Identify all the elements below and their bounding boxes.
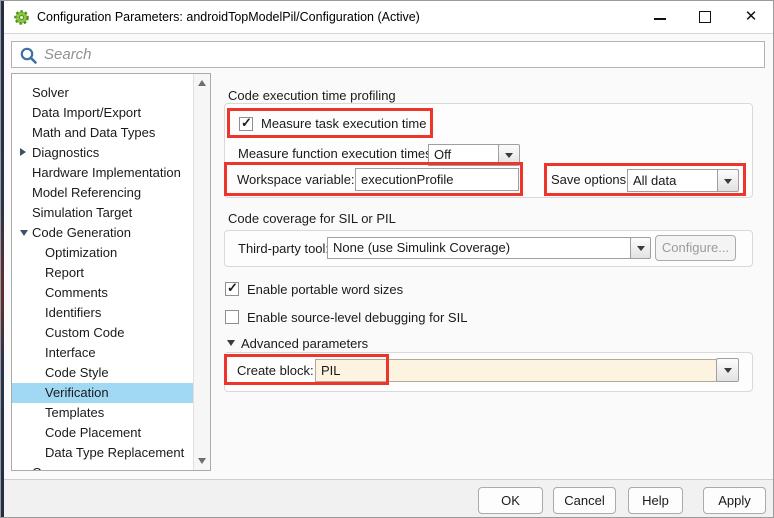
sidebar-item-label: Math and Data Types (32, 125, 155, 140)
sidebar-item-data-type-replacement[interactable]: Data Type Replacement (12, 443, 194, 463)
workspace-variable-label: Workspace variable: (237, 172, 355, 187)
sidebar-item-model-referencing[interactable]: Model Referencing (12, 183, 194, 203)
chevron-down-icon (505, 153, 513, 158)
maximize-icon (699, 11, 711, 23)
tree-scrollbar[interactable] (193, 74, 210, 470)
check-icon: ✓ (227, 280, 238, 296)
portable-word-sizes-checkbox[interactable]: ✓ (225, 282, 239, 296)
third-party-tool-select[interactable]: None (use Simulink Coverage) (327, 237, 631, 259)
sidebar-item-label: Diagnostics (32, 145, 99, 160)
create-block-dropdown-button[interactable] (716, 358, 739, 382)
close-button[interactable]: ✕ (738, 1, 764, 33)
tree-expanded-icon[interactable] (20, 230, 28, 236)
sidebar-item-label: Solver (32, 85, 69, 100)
sidebar-item-label: Templates (45, 405, 104, 420)
measure-function-select[interactable]: Off (428, 144, 499, 166)
sidebar-item-report[interactable]: Report (12, 263, 194, 283)
third-party-tool-label: Third-party tool: (238, 241, 329, 256)
scroll-up-icon[interactable] (198, 80, 206, 86)
apply-button[interactable]: Apply (703, 487, 766, 514)
sidebar-item-code-placement[interactable]: Code Placement (12, 423, 194, 443)
check-icon: ✓ (241, 115, 252, 131)
help-button[interactable]: Help (628, 487, 683, 514)
sidebar-item-label: Code Style (45, 365, 109, 380)
sidebar-item-custom-code[interactable]: Custom Code (12, 323, 194, 343)
sidebar-item-math-and-data-types[interactable]: Math and Data Types (12, 123, 194, 143)
measure-function-label: Measure function execution times: (238, 146, 435, 161)
portable-word-sizes-label: Enable portable word sizes (247, 282, 403, 297)
minimize-icon (654, 18, 666, 20)
section-title-coverage: Code coverage for SIL or PIL (228, 211, 396, 226)
sidebar-item-label: Model Referencing (32, 185, 141, 200)
configuration-parameters-dialog: Configuration Parameters: androidTopMode… (0, 0, 774, 518)
sidebar-item-label: Optimization (45, 245, 117, 260)
measure-task-checkbox[interactable]: ✓ (239, 117, 253, 131)
sidebar-item-label: Hardware Implementation (32, 165, 181, 180)
sidebar-item-label: Coverage (32, 465, 88, 471)
sidebar-item-label: Data Type Replacement (45, 445, 184, 460)
sidebar-item-verification[interactable]: Verification (12, 383, 194, 403)
category-tree: Solver Data Import/Export Math and Data Ty… (11, 73, 211, 471)
sidebar-item-coverage[interactable]: Coverage (12, 463, 194, 471)
sidebar-item-comments[interactable]: Comments (12, 283, 194, 303)
sidebar-item-label: Code Generation (32, 225, 131, 240)
save-options-label: Save options: (551, 172, 630, 187)
ok-button[interactable]: OK (478, 487, 543, 514)
source-level-debugging-label: Enable source-level debugging for SIL (247, 310, 467, 325)
sidebar-item-simulation-target[interactable]: Simulation Target (12, 203, 194, 223)
sidebar-item-identifiers[interactable]: Identifiers (12, 303, 194, 323)
button-bar: OK Cancel Help Apply (1, 479, 774, 518)
sidebar-item-label: Simulation Target (32, 205, 132, 220)
minimize-button[interactable] (647, 1, 673, 33)
cancel-button[interactable]: Cancel (553, 487, 616, 514)
third-party-tool-dropdown-button[interactable] (630, 237, 651, 259)
sidebar-item-label: Interface (45, 345, 96, 360)
maximize-button[interactable] (692, 1, 718, 33)
chevron-down-icon (724, 179, 732, 184)
sidebar-item-data-import-export[interactable]: Data Import/Export (12, 103, 194, 123)
sidebar-item-optimization[interactable]: Optimization (12, 243, 194, 263)
create-block-label: Create block: (237, 363, 314, 378)
search-icon (19, 46, 38, 65)
chevron-down-icon (637, 246, 645, 251)
chevron-down-icon (724, 368, 732, 373)
measure-task-label: Measure task execution time (261, 116, 426, 131)
sidebar-item-label: Verification (45, 385, 109, 400)
search-input[interactable]: Search (11, 41, 765, 68)
sidebar-item-templates[interactable]: Templates (12, 403, 194, 423)
advanced-parameters-expander-icon[interactable] (227, 340, 235, 346)
window-title: Configuration Parameters: androidTopMode… (37, 1, 420, 34)
source-level-debugging-checkbox[interactable]: ✓ (225, 310, 239, 324)
sidebar-item-solver[interactable]: Solver (12, 83, 194, 103)
tree-collapsed-icon[interactable] (20, 148, 26, 156)
save-options-select[interactable]: All data (627, 169, 718, 192)
sidebar-item-label: Custom Code (45, 325, 124, 340)
sidebar-item-interface[interactable]: Interface (12, 343, 194, 363)
close-icon: ✕ (745, 8, 758, 25)
create-block-select[interactable]: PIL (315, 359, 717, 382)
title-bar[interactable]: Configuration Parameters: androidTopMode… (1, 1, 774, 34)
sidebar-item-label: Code Placement (45, 425, 141, 440)
desktop-background-sliver (1, 1, 4, 518)
section-title-profiling: Code execution time profiling (228, 88, 396, 103)
advanced-parameters-title[interactable]: Advanced parameters (241, 336, 368, 351)
measure-function-dropdown-button[interactable] (498, 144, 520, 166)
save-options-dropdown-button[interactable] (717, 169, 739, 192)
sidebar-item-diagnostics[interactable]: Diagnostics (12, 143, 194, 163)
sidebar-item-label: Comments (45, 285, 108, 300)
simulink-gear-icon (13, 9, 30, 26)
sidebar-item-label: Data Import/Export (32, 105, 141, 120)
configure-button[interactable]: Configure... (655, 235, 736, 261)
workspace-variable-field[interactable]: executionProfile (355, 168, 519, 191)
scroll-down-icon[interactable] (198, 458, 206, 464)
sidebar-item-label: Identifiers (45, 305, 101, 320)
sidebar-item-hardware-implementation[interactable]: Hardware Implementation (12, 163, 194, 183)
sidebar-item-label: Report (45, 265, 84, 280)
search-placeholder: Search (44, 42, 92, 67)
sidebar-item-code-style[interactable]: Code Style (12, 363, 194, 383)
tree-items: Solver Data Import/Export Math and Data Ty… (12, 83, 194, 471)
sidebar-item-code-generation[interactable]: Code Generation (12, 223, 194, 243)
